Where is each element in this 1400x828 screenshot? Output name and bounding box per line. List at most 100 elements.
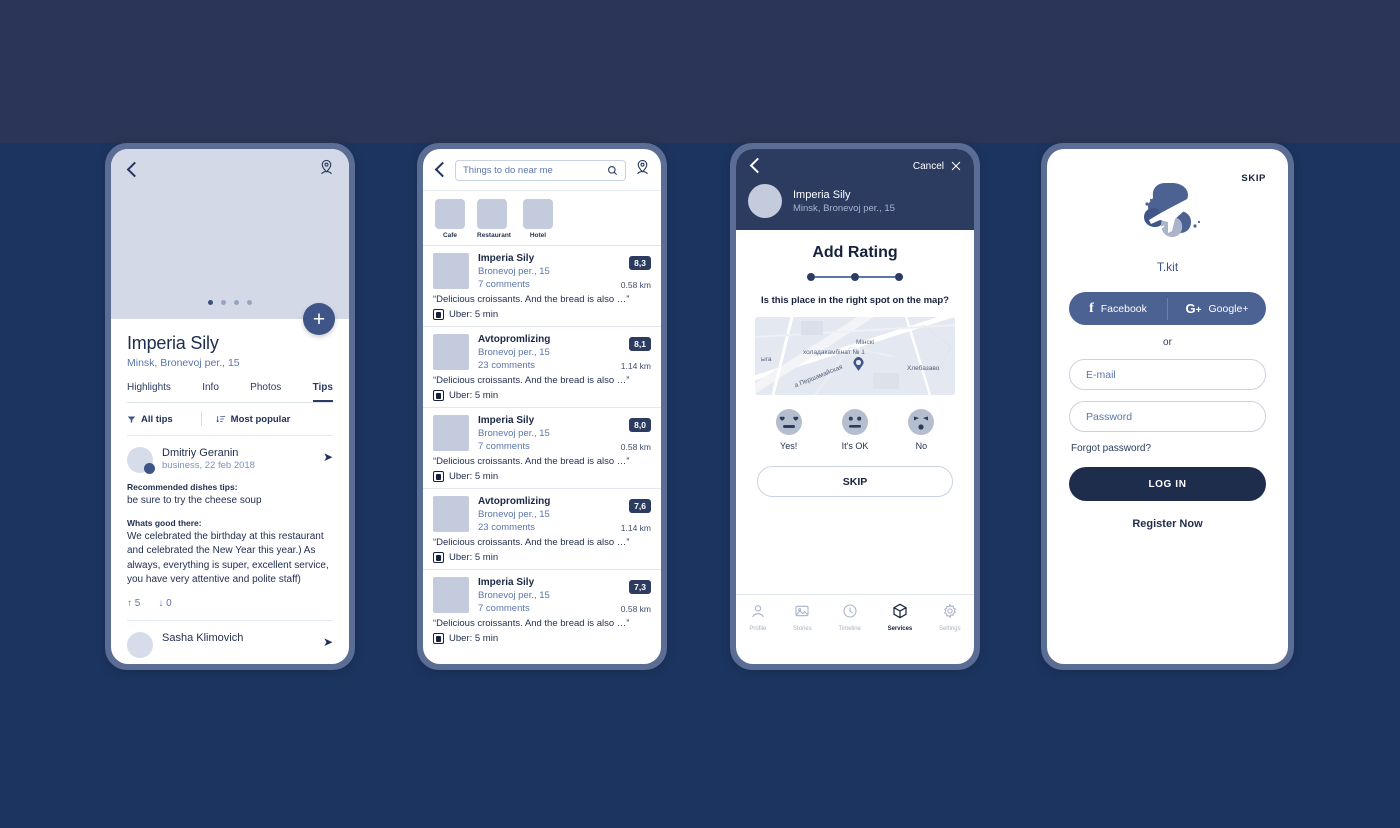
result-transit[interactable]: Uber: 5 min <box>433 633 651 644</box>
search-input[interactable]: Things to do near me <box>455 159 626 181</box>
carousel-dots[interactable] <box>208 300 252 305</box>
downvote-button[interactable]: ↓ 0 <box>158 598 171 609</box>
nav-item-services[interactable]: Services <box>888 603 912 632</box>
cancel-button[interactable]: Cancel <box>913 160 962 172</box>
back-chevron-icon[interactable] <box>125 163 139 177</box>
rating-option-ok[interactable]: It's OK <box>842 409 868 451</box>
result-row[interactable]: Avtopromlizing Bronevoj per., 15 23 commen… <box>423 488 661 569</box>
carousel-dot[interactable] <box>247 300 252 305</box>
login-button[interactable]: LOG IN <box>1069 467 1266 501</box>
result-comments[interactable]: 7 comments <box>478 441 612 452</box>
category-cafe[interactable]: Cafe <box>435 199 465 239</box>
category-hotel[interactable]: Hotel <box>522 199 553 239</box>
uber-icon <box>433 390 444 401</box>
register-link[interactable]: Register Now <box>1069 518 1266 530</box>
tip-header: Dmitriy Geranin business, 22 feb 2018 ➤ <box>127 447 333 474</box>
rating-options: Yes! It's OK No <box>748 409 962 451</box>
map-label: Мінскі <box>856 339 874 346</box>
sort-label: Most popular <box>230 413 291 425</box>
photo-icon <box>795 605 809 617</box>
sort-most-popular[interactable]: Most popular <box>215 413 291 425</box>
result-address: Bronevoj per., 15 <box>478 509 550 520</box>
result-transit[interactable]: Uber: 5 min <box>433 309 651 320</box>
carousel-dot[interactable] <box>234 300 239 305</box>
map-streets <box>755 317 955 395</box>
nav-item-stories[interactable]: Stories <box>793 603 812 632</box>
password-field[interactable]: Password <box>1069 401 1266 432</box>
close-x-icon <box>951 161 961 171</box>
facebook-login-button[interactable]: f Facebook <box>1069 301 1167 317</box>
place-address: Minsk, Bronevoj per., 15 <box>127 357 240 369</box>
result-row[interactable]: Imperia Sily Bronevoj per., 15 7 comments 8… <box>423 245 661 326</box>
tab-highlights[interactable]: Highlights <box>127 382 171 402</box>
nav-item-settings[interactable]: Settings <box>939 603 961 632</box>
result-transit[interactable]: Uber: 5 min <box>433 552 651 563</box>
tab-info[interactable]: Info <box>202 382 219 402</box>
rating-option-label: Yes! <box>780 441 798 451</box>
map-pin-person-icon[interactable] <box>318 159 335 181</box>
tab-photos[interactable]: Photos <box>250 382 281 402</box>
result-row[interactable]: Imperia Sily Bronevoj per., 15 7 comments 8… <box>423 407 661 488</box>
result-address: Bronevoj per., 15 <box>478 266 550 277</box>
filter-all-tips[interactable]: All tips <box>127 414 173 425</box>
uber-icon <box>433 309 444 320</box>
rating-badge: 8,3 <box>629 256 651 270</box>
result-row[interactable]: Imperia Sily Bronevoj per., 15 7 comments 7… <box>423 569 661 650</box>
carousel-dot[interactable] <box>221 300 226 305</box>
upvote-button[interactable]: ↑ 5 <box>127 598 140 609</box>
place-photo-carousel[interactable]: + <box>111 149 349 335</box>
google-plus-icon: G+ <box>1185 301 1202 316</box>
category-label: Hotel <box>529 232 547 239</box>
result-transit[interactable]: Uber: 5 min <box>433 471 651 482</box>
rating-option-yes[interactable]: Yes! <box>775 409 802 451</box>
category-thumb <box>477 199 507 229</box>
skip-button[interactable]: SKIP <box>1241 173 1266 184</box>
facebook-label: Facebook <box>1100 302 1147 315</box>
step-dot[interactable] <box>807 273 815 281</box>
step-dot[interactable] <box>895 273 903 281</box>
map-pin-person-icon[interactable] <box>634 159 651 181</box>
add-plus-icon[interactable]: + <box>303 303 335 335</box>
share-icon[interactable]: ➤ <box>323 635 333 649</box>
category-chips: Cafe Restaurant Hotel <box>423 190 661 245</box>
result-distance: 0.58 km <box>620 442 651 452</box>
category-thumb <box>435 199 465 229</box>
category-label: Cafe <box>442 232 458 239</box>
back-chevron-icon[interactable] <box>433 163 447 177</box>
result-name: Imperia Sily <box>478 415 535 426</box>
avatar <box>127 631 153 658</box>
rating-badge: 8,0 <box>629 418 651 432</box>
tip-section-text: be sure to try the cheese soup <box>127 495 262 506</box>
tab-tips[interactable]: Tips <box>312 382 333 402</box>
facebook-icon: f <box>1089 300 1094 316</box>
nav-item-timeline[interactable]: Timeline <box>838 603 861 632</box>
email-field[interactable]: E-mail <box>1069 359 1266 390</box>
category-restaurant[interactable]: Restaurant <box>477 199 511 239</box>
result-comments[interactable]: 7 comments <box>478 279 612 290</box>
forgot-password-link[interactable]: Forgot password? <box>1069 443 1266 454</box>
share-icon[interactable]: ➤ <box>323 450 333 464</box>
google-label: Google+ <box>1208 302 1249 315</box>
location-map[interactable]: ыга Мінскі холадакамбінат № 1 а Першамай… <box>755 317 955 395</box>
google-login-button[interactable]: G+ Google+ <box>1168 301 1266 316</box>
step-dot[interactable] <box>851 273 859 281</box>
category-label: Restaurant <box>477 232 511 239</box>
rating-option-no[interactable]: No <box>908 409 935 451</box>
screen-add-rating: Cancel Imperia Sily Minsk, Bronevoj per.… <box>736 149 974 664</box>
back-chevron-icon[interactable] <box>748 159 762 173</box>
tips-filter-bar: All tips Most popular <box>127 403 333 436</box>
result-comments[interactable]: 7 comments <box>478 603 612 614</box>
nav-item-profile[interactable]: Profile <box>749 603 766 632</box>
result-distance: 0.58 km <box>620 280 651 290</box>
result-transit[interactable]: Uber: 5 min <box>433 390 651 401</box>
result-name: Avtopromlizing <box>478 496 551 507</box>
search-topbar: Things to do near me <box>423 149 661 181</box>
result-comments[interactable]: 23 comments <box>478 522 612 533</box>
result-comments[interactable]: 23 comments <box>478 360 612 371</box>
result-thumbnail <box>433 577 469 613</box>
rating-header: Cancel Imperia Sily Minsk, Bronevoj per.… <box>736 149 974 230</box>
rating-option-label: No <box>915 441 928 451</box>
skip-button[interactable]: SKIP <box>757 466 953 497</box>
carousel-dot[interactable] <box>208 300 213 305</box>
result-row[interactable]: Avtopromlizing Bronevoj per., 15 23 commen… <box>423 326 661 407</box>
